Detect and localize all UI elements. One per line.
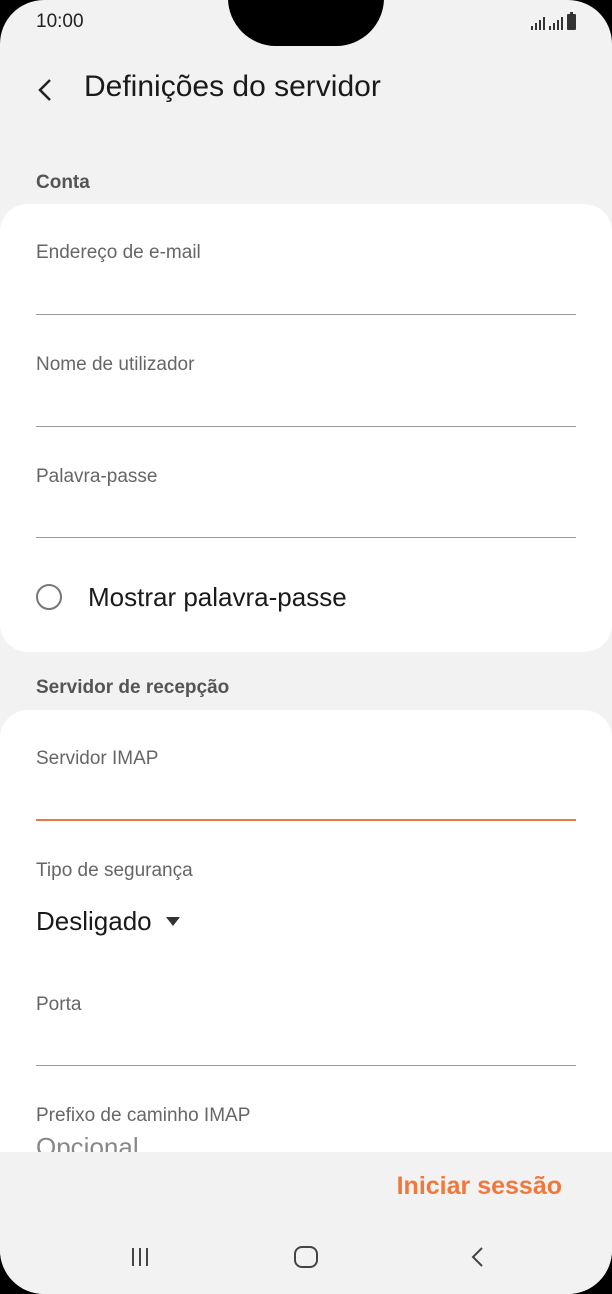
imap-prefix-label: Prefixo de caminho IMAP bbox=[36, 1105, 251, 1126]
sign-in-button[interactable]: Iniciar sessão bbox=[397, 1172, 562, 1201]
imap-prefix-field[interactable]: Opcional bbox=[36, 1132, 139, 1152]
username-field[interactable] bbox=[36, 390, 576, 422]
status-icons bbox=[531, 12, 576, 30]
camera-notch bbox=[228, 0, 384, 46]
nav-recents-button[interactable] bbox=[120, 1242, 160, 1272]
email-field[interactable] bbox=[36, 278, 576, 310]
nav-back-button[interactable] bbox=[458, 1242, 498, 1272]
email-underline bbox=[36, 314, 576, 315]
bottom-bar: Iniciar sessão bbox=[0, 1152, 612, 1294]
screen: 10:00 Definições do servidor Conta Ender… bbox=[0, 0, 612, 1294]
port-underline bbox=[36, 1065, 576, 1066]
signal-icon bbox=[531, 14, 545, 30]
show-password-radio[interactable] bbox=[36, 584, 62, 610]
home-icon bbox=[294, 1246, 318, 1268]
password-label: Palavra-passe bbox=[36, 466, 158, 487]
section-title-conta: Conta bbox=[36, 172, 90, 193]
username-underline bbox=[36, 426, 576, 427]
app-header: Definições do servidor bbox=[0, 60, 612, 120]
email-label: Endereço de e-mail bbox=[36, 242, 201, 263]
security-type-dropdown[interactable]: Desligado bbox=[36, 906, 180, 937]
back-arrow-icon[interactable] bbox=[34, 76, 58, 104]
show-password-label[interactable]: Mostrar palavra-passe bbox=[88, 582, 347, 613]
password-field[interactable] bbox=[36, 502, 576, 534]
back-icon bbox=[471, 1247, 483, 1267]
password-underline bbox=[36, 537, 576, 538]
status-time: 10:00 bbox=[36, 11, 84, 32]
port-field[interactable] bbox=[36, 1030, 576, 1062]
security-type-value: Desligado bbox=[36, 906, 152, 936]
port-label: Porta bbox=[36, 994, 82, 1015]
recents-icon bbox=[132, 1248, 148, 1266]
page-title: Definições do servidor bbox=[84, 70, 381, 103]
section-title-incoming: Servidor de recepção bbox=[36, 677, 230, 698]
dropdown-arrow-icon bbox=[165, 917, 180, 926]
username-label: Nome de utilizador bbox=[36, 354, 195, 375]
security-type-label: Tipo de segurança bbox=[36, 860, 193, 881]
signal-icon-2 bbox=[549, 14, 563, 30]
account-card: Endereço de e-mail Nome de utilizador Pa… bbox=[0, 204, 612, 652]
imap-server-underline bbox=[36, 819, 576, 821]
imap-server-label: Servidor IMAP bbox=[36, 748, 159, 769]
nav-home-button[interactable] bbox=[286, 1242, 326, 1272]
battery-icon bbox=[567, 12, 576, 30]
imap-prefix-placeholder: Opcional bbox=[36, 1132, 139, 1152]
imap-server-field[interactable] bbox=[36, 784, 576, 816]
